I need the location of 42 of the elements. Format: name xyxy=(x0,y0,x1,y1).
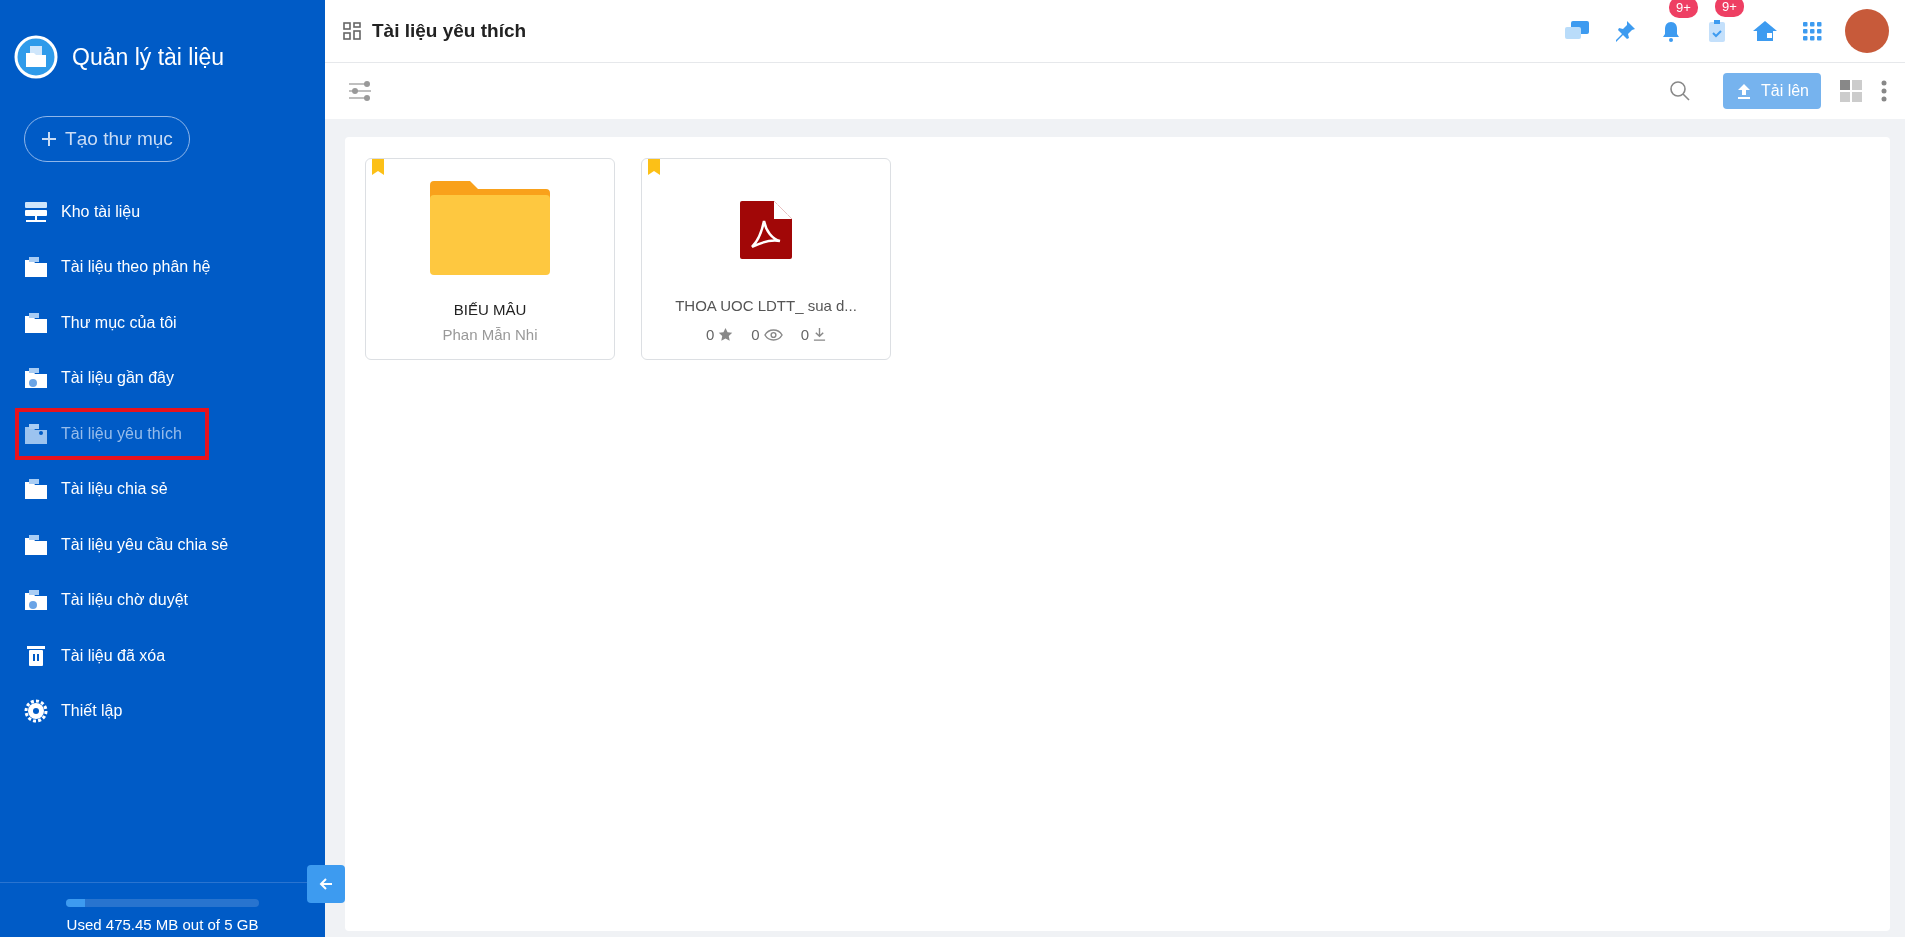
sidebar-item[interactable]: Kho tài liệu xyxy=(13,184,211,240)
page-title: Tài liệu yêu thích xyxy=(372,20,527,42)
sidebar-item[interactable]: Tài liệu yêu thích xyxy=(13,406,211,462)
app-title: Quản lý tài liệu xyxy=(72,43,225,71)
more-icon[interactable] xyxy=(1881,80,1887,102)
folder-name: BIẾU MÂU xyxy=(453,301,527,318)
star-count: 0 xyxy=(706,326,715,343)
folder-icon xyxy=(430,179,550,275)
owner-name: Phan Mẫn Nhi xyxy=(442,326,538,343)
storage-text: Used 475.45 MB out of 5 GB xyxy=(66,916,259,933)
filter-icon[interactable] xyxy=(347,80,373,102)
pdf-file-icon xyxy=(740,201,792,259)
sidebar-item[interactable]: Thiết lập xyxy=(13,683,211,739)
sidebar-item[interactable]: Tài liệu yêu cầu chia sẻ xyxy=(13,517,241,573)
sidebar-item[interactable]: Thư mục của tôi xyxy=(13,295,211,351)
file-name: THOA UOC LDTT_ sua d... xyxy=(675,297,857,314)
download-count: 0 xyxy=(800,326,809,343)
task-badge: 9+ xyxy=(1715,0,1744,17)
settings-icon xyxy=(23,698,49,725)
notification-badge: 9+ xyxy=(1669,0,1698,18)
sidebar-item[interactable]: Tài liệu theo phân hệ xyxy=(13,239,223,295)
collapse-button[interactable] xyxy=(307,865,345,903)
user-avatar[interactable] xyxy=(1845,9,1889,53)
sidebar-item[interactable]: Tài liệu đã xóa xyxy=(13,628,211,684)
view-count: 0 xyxy=(751,326,760,343)
plus-icon xyxy=(41,131,58,147)
download-icon xyxy=(813,327,826,342)
arrow-left-icon xyxy=(318,876,334,892)
view-toggle-icon[interactable] xyxy=(1839,79,1863,103)
search-icon[interactable] xyxy=(1668,80,1691,102)
star-icon xyxy=(718,327,734,342)
eye-icon xyxy=(763,327,783,342)
sidebar-item[interactable]: Tài liệu chờ duyệt xyxy=(13,572,211,628)
folder-logo-icon xyxy=(14,35,58,79)
file-card[interactable]: THOA UOC LDTT_ sua d... 0 0 0 xyxy=(641,158,891,360)
sidebar-item[interactable]: Tài liệu gần đây xyxy=(13,350,211,406)
home-icon[interactable] xyxy=(1751,19,1779,43)
sidebar-item[interactable]: Tài liệu chia sẻ xyxy=(13,461,211,517)
pin-icon[interactable] xyxy=(1613,19,1637,43)
grid-icon xyxy=(342,21,362,41)
apps-icon[interactable] xyxy=(1801,20,1823,42)
folder-card[interactable]: BIẾU MÂU Phan Mẫn Nhi xyxy=(365,158,615,360)
